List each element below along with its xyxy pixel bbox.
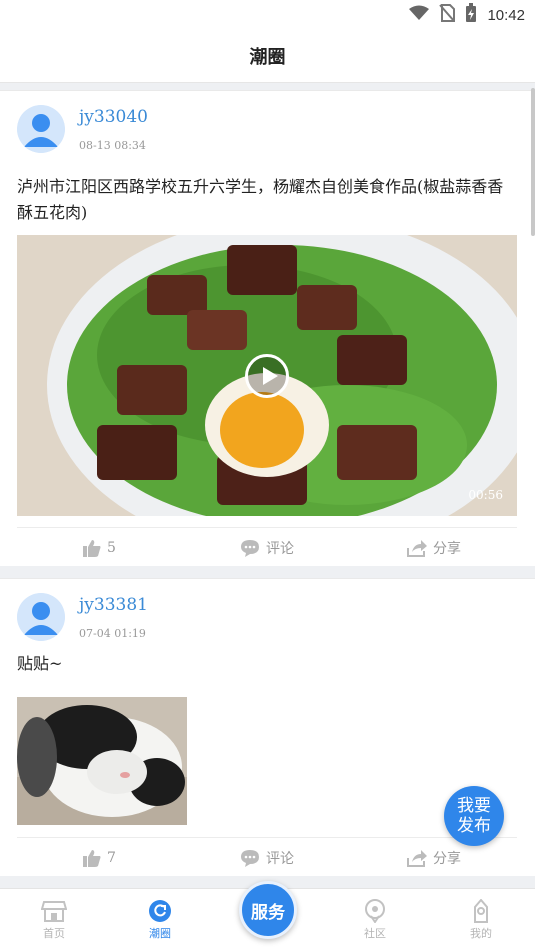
comment-button[interactable]: 评论 — [240, 528, 294, 568]
username[interactable]: jy33040 — [79, 107, 148, 127]
post-actions: 5 评论 分享 — [17, 527, 517, 567]
wifi-icon — [409, 5, 430, 25]
share-button[interactable]: 分享 — [407, 838, 461, 878]
comment-label: 评论 — [266, 851, 294, 867]
video-duration: 00:56 — [468, 488, 503, 502]
thumbs-up-icon — [83, 850, 101, 867]
like-button[interactable]: 5 — [83, 528, 116, 568]
status-bar: 10:42 — [0, 0, 535, 30]
nav-label: 首页 — [43, 927, 65, 940]
tower-icon — [474, 899, 488, 923]
comment-icon — [241, 540, 259, 557]
post-video[interactable]: 00:56 — [17, 235, 517, 516]
nav-item-circle[interactable]: 潮圈 — [125, 899, 195, 941]
no-sim-icon — [439, 4, 456, 26]
post-timestamp: 08-13 08:34 — [79, 139, 146, 152]
page-title: 潮圈 — [249, 47, 286, 68]
share-icon — [407, 850, 427, 867]
app-header: 潮圈 — [0, 30, 535, 83]
nav-label: 社区 — [364, 927, 386, 940]
home-icon — [41, 901, 67, 922]
community-pin-icon — [365, 899, 385, 923]
post-text: 泸州市江阳区西路学校五升六学生，杨耀杰自创美食作品(椒盐蒜香香酥五花肉) — [17, 177, 504, 222]
post-feed[interactable]: jy33040 08-13 08:34 泸州市江阳区西路学校五升六学生，杨耀杰自… — [0, 88, 535, 888]
publish-button[interactable]: 我要 发布 — [444, 786, 504, 846]
comment-label: 评论 — [266, 541, 294, 557]
post-card[interactable]: jy33040 08-13 08:34 泸州市江阳区西路学校五升六学生，杨耀杰自… — [0, 90, 535, 566]
share-label: 分享 — [433, 541, 461, 557]
comment-button[interactable]: 评论 — [240, 838, 294, 878]
refresh-circle-icon — [149, 900, 171, 922]
post-photo[interactable] — [17, 697, 187, 825]
play-icon — [263, 367, 278, 385]
nav-item-mine[interactable]: 我的 — [446, 899, 516, 941]
like-count: 7 — [107, 850, 116, 866]
post-text: 贴贴~ — [17, 654, 63, 673]
nav-item-home[interactable]: 首页 — [19, 899, 89, 941]
thumbs-up-icon — [83, 540, 101, 557]
scrollbar[interactable] — [531, 88, 535, 236]
publish-label-line1: 我要 — [457, 796, 491, 816]
publish-label-line2: 发布 — [457, 816, 491, 836]
share-icon — [407, 540, 427, 557]
share-button[interactable]: 分享 — [407, 528, 461, 568]
nav-label: 潮圈 — [149, 927, 171, 940]
status-time: 10:42 — [487, 6, 525, 24]
service-button[interactable]: 服务 — [239, 881, 297, 939]
username[interactable]: jy33381 — [79, 595, 148, 615]
cat-image — [17, 697, 187, 825]
like-count: 5 — [107, 540, 116, 556]
battery-charging-icon — [465, 3, 477, 27]
comment-icon — [241, 850, 259, 867]
bottom-nav: 首页 潮圈 服务 社区 我的 — [0, 881, 535, 951]
share-label: 分享 — [433, 851, 461, 867]
avatar[interactable] — [17, 105, 65, 153]
post-actions: 7 评论 分享 — [17, 837, 517, 877]
play-button[interactable] — [245, 354, 289, 398]
avatar[interactable] — [17, 593, 65, 641]
nav-label: 我的 — [470, 927, 492, 940]
post-timestamp: 07-04 01:19 — [79, 627, 146, 640]
nav-item-community[interactable]: 社区 — [340, 899, 410, 941]
like-button[interactable]: 7 — [83, 838, 116, 878]
